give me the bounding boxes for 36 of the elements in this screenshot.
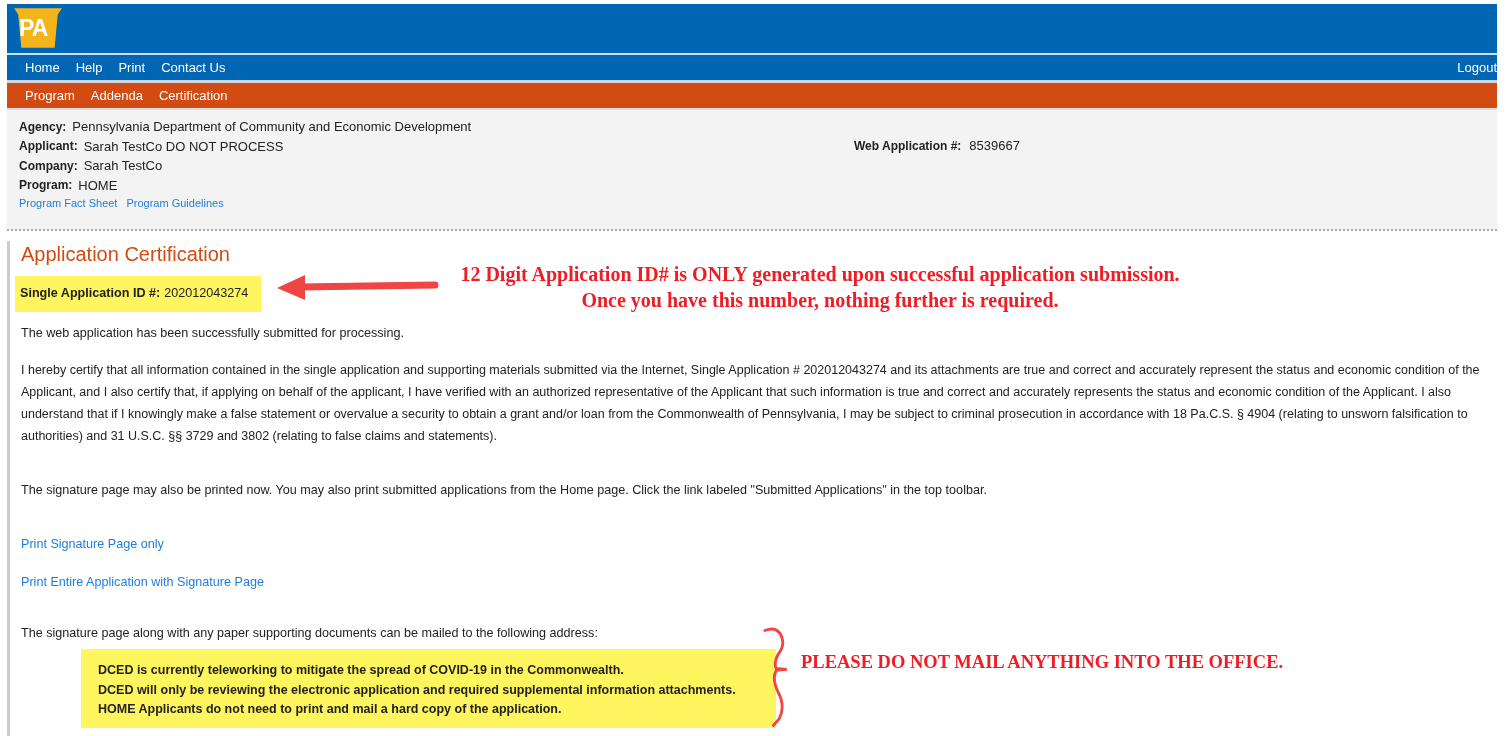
- logout-link[interactable]: Logout: [1449, 60, 1497, 75]
- field-label: Company:: [19, 158, 78, 173]
- nav-link[interactable]: Home: [17, 60, 68, 75]
- nav-link[interactable]: Contact Us: [153, 60, 234, 75]
- id-value: 202012043274: [164, 286, 249, 300]
- print-instructions: The signature page may also be printed now. You may also print submitted applications from the Home page. Click the link labeled "Submitted Applications" in the top toolbar.: [21, 483, 988, 497]
- nav-link[interactable]: Help: [67, 60, 111, 75]
- id-label: Single Application ID #:: [20, 286, 161, 300]
- section-tab[interactable]: Program: [17, 88, 83, 103]
- field-label: Program:: [19, 178, 73, 193]
- page-title: Application Certification: [21, 242, 231, 266]
- field-label: Web Application #:: [854, 138, 962, 153]
- arrow-icon: [277, 275, 439, 300]
- status-message: The web application has been successfully submitted for processing.: [21, 326, 405, 340]
- field-value: Sarah TestCo DO NOT PROCESS: [83, 138, 284, 154]
- notice-line: DCED will only be reviewing the electronic application and required supplemental information attachments.: [98, 681, 737, 699]
- field-value: Sarah TestCo: [83, 158, 163, 174]
- nav-link[interactable]: Print: [110, 60, 154, 75]
- mail-instructions: The signature page along with any paper supporting documents can be mailed to the following address:: [21, 626, 599, 640]
- certification-text: I hereby certify that all information contained in the single application and supporting materials submitted via the Internet, Single Application # 202012043274 and its attachments are true and correct and accurately represent the status and economic condition of the Applicant, and I also certify that, if applying on behalf of the applicant, I have verified with an authorized representative of the Applicant that such information is true and correct and accurately represents the status and economic condition of the Applicant. I also understand that if I knowingly make a false statement or overvalue a security to obtain a grant and/or loan from the Commonwealth of Pennsylvania, I may be subject to criminal prosecution in accordance with 18 Pa.C.S. § 4904 (relating to unsworn falsification to authorities) and 31 U.S.C. §§ 3729 and 3802 (relating to false claims and statements).: [21, 362, 1481, 445]
- section-tab[interactable]: Addenda: [82, 88, 151, 103]
- print-link[interactable]: Print Entire Application with Signature Page: [21, 575, 264, 589]
- field-value: 8539667: [969, 138, 1020, 154]
- logo-text: PA: [19, 14, 48, 42]
- print-link[interactable]: Print Signature Page only: [21, 537, 164, 551]
- field-label: Agency:: [19, 119, 67, 134]
- field-value: HOME: [78, 177, 118, 193]
- notice-line: HOME Applicants do not need to print and mail a hard copy of the application.: [98, 701, 563, 718]
- field-label: Applicant:: [19, 139, 78, 154]
- annotation-note: 12 Digit Application ID# is ONLY generated upon successful application submission. Once you have this number, nothing further is required.: [459, 262, 1181, 313]
- field-value: Pennsylvania Department of Community and Economic Development: [72, 119, 472, 135]
- program-link[interactable]: Program Guidelines: [126, 197, 224, 209]
- program-link[interactable]: Program Fact Sheet: [19, 197, 118, 209]
- section-tab[interactable]: Certification: [150, 88, 236, 103]
- annotation-note: PLEASE DO NOT MAIL ANYTHING INTO THE OFFICE.: [801, 652, 1284, 673]
- notice-line: DCED is currently teleworking to mitigate the spread of COVID-19 in the Commonwealth.: [98, 662, 625, 679]
